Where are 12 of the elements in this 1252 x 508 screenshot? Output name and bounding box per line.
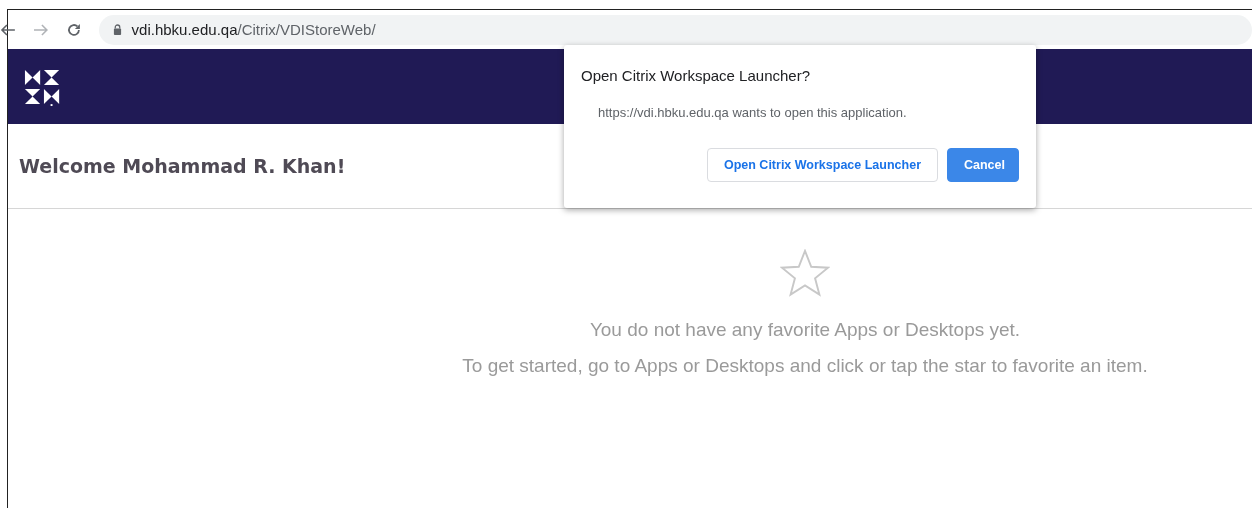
dialog-title: Open Citrix Workspace Launcher? — [581, 67, 811, 84]
reload-icon[interactable] — [65, 21, 82, 38]
address-bar[interactable]: vdi.hbku.edu.qa/Citrix/VDIStoreWeb/ — [98, 14, 1252, 45]
welcome-heading: Welcome Mohammad R. Khan! — [19, 155, 346, 177]
dialog-message: https://vdi.hbku.edu.qa wants to open this application. — [598, 105, 908, 120]
cancel-button[interactable]: Cancel — [947, 148, 1019, 182]
empty-message: You do not have any favorite Apps or Desktops yet. — [589, 319, 1021, 341]
empty-hint: To get started, go to Apps or Desktops and click or tap the star to favorite an item. — [462, 355, 1148, 377]
star-icon — [780, 249, 830, 297]
open-button[interactable]: Open Citrix Workspace Launcher — [706, 148, 938, 182]
logo-icon — [24, 67, 62, 106]
lock-icon — [112, 24, 122, 35]
